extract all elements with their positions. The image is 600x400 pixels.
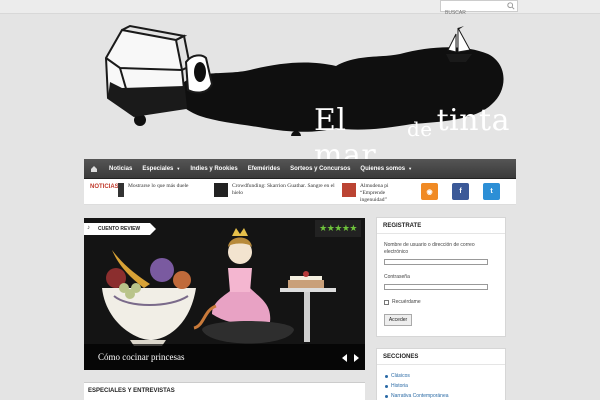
ticker-label: NOTICIAS (90, 184, 119, 190)
nav-item-label: Indies y Rookies (190, 165, 238, 172)
section-heading-title: ESPECIALES Y ENTREVISTAS (88, 388, 175, 394)
remember-me[interactable]: Recuérdame (384, 299, 421, 305)
ticker-item[interactable]: Almudena pi “Emprende ingenuidad” (342, 183, 406, 204)
prev-arrow-icon[interactable] (342, 354, 347, 362)
remember-checkbox[interactable] (384, 299, 389, 305)
search-box[interactable] (440, 0, 518, 18)
bullet-icon (385, 374, 388, 378)
featured-slider[interactable]: ♪ CUENTO REVIEW ★★★★★ Cómo cocinar princ… (84, 218, 365, 370)
ticker-item[interactable]: Crowdfunding: Skarrion Guathar. Sangre e… (214, 183, 339, 197)
nav-item-especiales[interactable]: Especiales ▼ (137, 159, 185, 179)
logo-word-3: tinta (436, 103, 510, 138)
sections-item-label: Narrativa Contemporánea (391, 393, 449, 399)
sections-widget-title: SECCIONES (377, 349, 505, 365)
facebook-icon[interactable]: f (452, 183, 469, 200)
nav-item-label: Efemérides (247, 165, 281, 172)
twitter-icon[interactable]: t (483, 183, 500, 200)
nav-item-quienes-somos[interactable]: Quienes somos ▼ (355, 159, 417, 179)
sections-item[interactable]: Historia (385, 381, 497, 391)
home-button[interactable] (84, 159, 104, 179)
login-widget: REGISTRATE Nombre de usuario o dirección… (376, 217, 506, 337)
username-label: Nombre de usuario o dirección de correo … (384, 242, 475, 255)
main-nav: Noticias Especiales ▼ Indies y Rookies Ef… (84, 159, 516, 179)
remember-label: Recuérdame (392, 299, 421, 305)
next-arrow-icon[interactable] (354, 354, 359, 362)
nav-item-noticias[interactable]: Noticias (104, 159, 137, 179)
ticker-item[interactable]: Mostrarse lo que más duele (118, 183, 203, 197)
sections-widget: SECCIONES Clásicos Historia Narrativa Co… (376, 348, 506, 400)
nav-item-sorteos[interactable]: Sorteos y Concursos (285, 159, 355, 179)
username-field[interactable] (384, 259, 488, 265)
ticker-text: Mostrarse lo que más duele (128, 183, 189, 189)
nav-item-label: Quienes somos (360, 165, 406, 172)
sections-item[interactable]: Narrativa Contemporánea (385, 391, 497, 400)
nav-item-label: Sorteos y Concursos (290, 165, 351, 172)
search-icon[interactable] (507, 2, 515, 10)
site-logo[interactable]: El mar de tinta (100, 24, 510, 173)
bullet-icon (385, 394, 388, 398)
password-field[interactable] (384, 284, 488, 290)
home-icon (91, 165, 97, 172)
boat-icon (446, 26, 472, 62)
nav-item-indies[interactable]: Indies y Rookies (185, 159, 242, 179)
social-links: ◉ f t (421, 183, 500, 200)
music-note-icon: ♪ (87, 225, 90, 231)
ticker-text: Almudena pi “Emprende ingenuidad” (360, 183, 389, 203)
login-widget-title: REGISTRATE (377, 218, 505, 234)
sections-item-label: Historia (391, 383, 408, 389)
password-label: Contraseña (384, 274, 410, 280)
top-bar (0, 0, 600, 18)
category-tag[interactable]: ♪ CUENTO REVIEW (84, 223, 157, 235)
ticker-thumb (118, 183, 124, 197)
nav-item-efemerides[interactable]: Efemérides (243, 159, 285, 179)
ticker-text: Crowdfunding: Skarrion Guathar. Sangre e… (232, 183, 335, 196)
section-heading: ESPECIALES Y ENTREVISTAS (84, 382, 365, 400)
nav-item-label: Noticias (109, 165, 133, 172)
category-tag-label: CUENTO REVIEW (98, 226, 141, 232)
nav-item-label: Especiales (142, 165, 174, 172)
caret-down-icon: ▼ (408, 166, 413, 171)
sections-item-label: Clásicos (391, 373, 410, 379)
login-button[interactable]: Acceder (384, 314, 412, 326)
search-input[interactable] (441, 8, 505, 18)
news-ticker: NOTICIAS Mostrarse lo que más duele Crow… (84, 179, 516, 205)
slide-caption[interactable]: Cómo cocinar princesas (84, 344, 365, 370)
ticker-thumb (214, 183, 228, 197)
ticker-thumb (342, 183, 356, 197)
rss-icon[interactable]: ◉ (421, 183, 438, 200)
logo-word-2: de (406, 117, 433, 141)
caret-down-icon: ▼ (176, 166, 181, 171)
rating-stars: ★★★★★ (315, 220, 361, 237)
sections-item[interactable]: Clásicos (385, 371, 497, 381)
slide-caption-text: Cómo cocinar princesas (98, 352, 185, 362)
bullet-icon (385, 384, 388, 388)
sections-list: Clásicos Historia Narrativa Contemporáne… (377, 365, 505, 400)
